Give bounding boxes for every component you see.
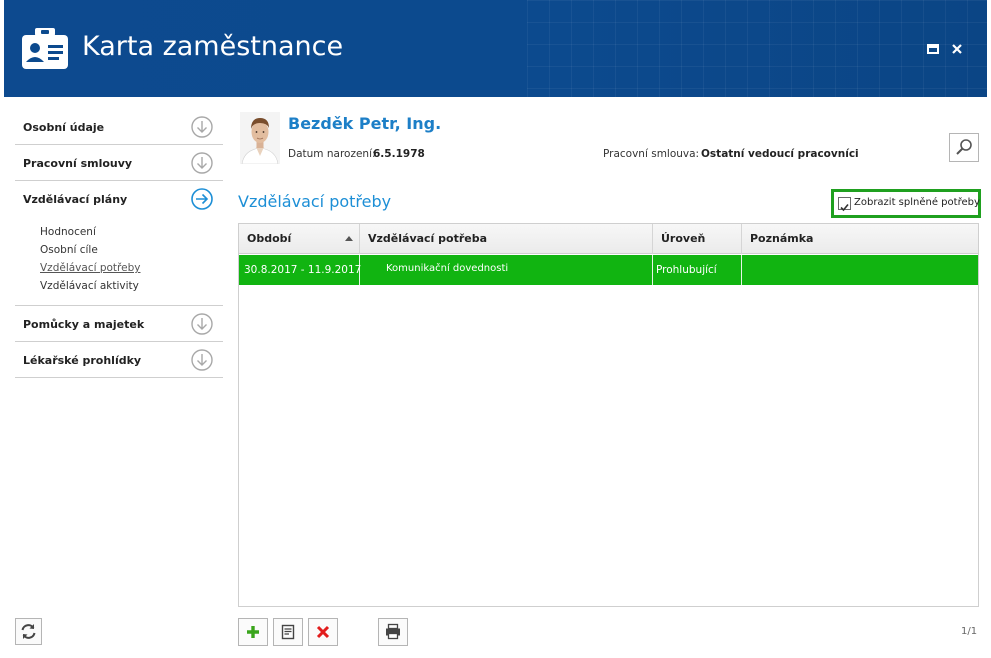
cell-level: Prohlubující [653,255,742,285]
add-button[interactable] [238,618,268,646]
sidebar-item-vzdelavaci-aktivity[interactable]: Vzdělávací aktivity [40,277,140,295]
sidebar-section-label: Vzdělávací plány [23,193,128,206]
arrow-down-circle-icon[interactable] [191,116,213,138]
checkmark-icon [840,203,849,212]
show-completed-checkbox[interactable]: Zobrazit splněné potřeby [831,189,981,218]
sidebar-section-equipment[interactable]: Pomůcky a majetek [15,306,223,342]
sidebar-section-contracts[interactable]: Pracovní smlouvy [15,145,223,181]
column-header-level[interactable]: Úroveň [653,224,742,254]
sidebar-item-hodnoceni[interactable]: Hodnocení [40,223,140,241]
sidebar-item-vzdelavaci-potreby[interactable]: Vzdělávací potřeby [40,259,140,277]
contract-label: Pracovní smlouva: [603,148,700,160]
birth-date-value: 6.5.1978 [373,148,425,160]
needs-grid: Období Vzdělávací potřeba Úroveň Poznámk… [238,223,979,607]
column-header-period[interactable]: Období [239,224,360,254]
print-button[interactable] [378,618,408,646]
search-employee-button[interactable] [949,133,979,162]
column-header-label: Úroveň [661,232,706,245]
employee-photo [240,112,280,164]
add-icon [247,626,259,638]
sidebar-section-label: Pomůcky a majetek [23,318,145,331]
page-indicator: 1/1 [961,626,978,637]
table-row[interactable]: 30.8.2017 - 11.9.2017 Komunikační dovedn… [239,255,978,285]
sidebar-section-header[interactable]: Vzdělávací plány [15,181,223,217]
checkbox[interactable] [838,197,851,212]
arrow-down-circle-icon[interactable] [191,152,213,174]
sort-ascending-icon [345,236,353,241]
cell-note [742,255,978,285]
window-header: Karta zaměstnance [4,0,987,97]
edit-button[interactable] [273,618,303,646]
arrow-right-circle-icon[interactable] [191,188,213,210]
header-pattern [527,0,987,97]
refresh-button[interactable] [15,618,42,645]
column-header-note[interactable]: Poznámka [742,224,978,254]
search-icon [956,139,972,155]
cell-period: 30.8.2017 - 11.9.2017 [239,255,361,285]
edit-icon [281,624,295,640]
show-completed-label: Zobrazit splněné potřeby [854,197,980,208]
sidebar-section-label: Lékařské prohlídky [23,354,142,367]
employee-card-window: Karta zaměstnance Osobní údaje Pracovní … [0,0,991,658]
delete-button[interactable] [308,618,338,646]
window-title: Karta zaměstnance [82,31,344,62]
sidebar-section-label: Osobní údaje [23,121,105,134]
column-header-label: Poznámka [750,232,814,245]
column-header-label: Vzdělávací potřeba [368,232,488,245]
sidebar-section-label: Pracovní smlouvy [23,157,133,170]
close-icon[interactable] [950,42,964,56]
sidebar-item-osobni-cile[interactable]: Osobní cíle [40,241,140,259]
id-card-icon [22,28,68,69]
birth-date-label: Datum narození: [288,148,376,160]
section-title: Vzdělávací potřeby [238,192,392,211]
refresh-icon [21,624,36,639]
sidebar-sub-list: Hodnocení Osobní cíle Vzdělávací potřeby… [40,223,140,295]
sidebar-section-personal[interactable]: Osobní údaje [15,109,223,145]
delete-icon [316,625,330,639]
arrow-down-circle-icon[interactable] [191,349,213,371]
maximize-icon[interactable] [926,42,940,56]
sidebar-section-medical[interactable]: Lékařské prohlídky [15,342,223,378]
arrow-down-circle-icon[interactable] [191,313,213,335]
grid-header: Období Vzdělávací potřeba Úroveň Poznámk… [239,224,978,254]
cell-need: Komunikační dovednosti [360,255,653,285]
print-icon [386,623,400,640]
sidebar: Osobní údaje Pracovní smlouvy Vzdělávací… [15,109,223,378]
column-header-need[interactable]: Vzdělávací potřeba [360,224,653,254]
column-header-label: Období [247,232,292,245]
contract-value: Ostatní vedoucí pracovníci [701,148,859,160]
sidebar-section-education-plans: Vzdělávací plány Hodnocení Osobní cíle V… [15,181,223,306]
employee-name: Bezděk Petr, Ing. [288,114,442,133]
